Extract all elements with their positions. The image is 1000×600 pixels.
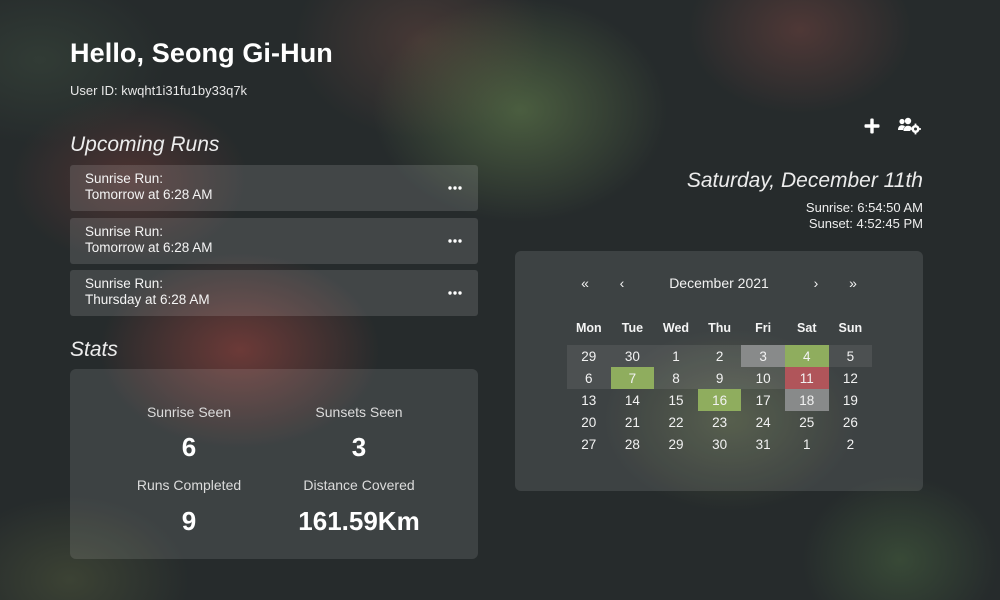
run-time: Tomorrow at 6:28 AM [85, 187, 213, 202]
calendar-day[interactable]: 12 [829, 367, 873, 389]
calendar-day[interactable]: 23 [698, 411, 742, 433]
next-year-button[interactable]: » [843, 275, 863, 291]
calendar-day[interactable]: 30 [698, 433, 742, 455]
calendar-day[interactable]: 4 [784, 345, 829, 367]
calendar-day[interactable]: 16 [697, 389, 742, 411]
calendar-day[interactable]: 1 [785, 433, 829, 455]
calendar-day[interactable]: 2 [829, 433, 873, 455]
more-options-icon[interactable] [446, 232, 464, 250]
runs-completed-label: Runs Completed [136, 477, 242, 493]
run-card[interactable]: Sunrise Run: Tomorrow at 6:28 AM [70, 218, 478, 264]
calendar-day[interactable]: 9 [697, 367, 742, 389]
calendar-day[interactable]: 21 [611, 411, 655, 433]
calendar-day[interactable]: 25 [785, 411, 829, 433]
upcoming-runs-heading: Upcoming Runs [70, 133, 220, 156]
calendar-day[interactable]: 7 [610, 367, 655, 389]
more-options-icon[interactable] [446, 179, 464, 197]
sunrise-seen-value: 6 [181, 432, 197, 462]
run-time: Thursday at 6:28 AM [85, 292, 210, 307]
calendar-day[interactable]: 28 [611, 433, 655, 455]
calendar-day[interactable]: 1 [654, 345, 698, 367]
calendar-day[interactable]: 22 [654, 411, 698, 433]
run-time: Tomorrow at 6:28 AM [85, 240, 213, 255]
calendar-day[interactable]: 20 [567, 411, 611, 433]
greeting-title: Hello, Seong Gi-Hun [70, 38, 333, 68]
sunset-time: Sunset: 4:52:45 PM [808, 216, 923, 231]
next-month-button[interactable]: › [806, 275, 826, 291]
calendar-day[interactable]: 26 [829, 411, 873, 433]
run-card[interactable]: Sunrise Run: Tomorrow at 6:28 AM [70, 165, 478, 211]
calendar-day[interactable]: 15 [654, 389, 698, 411]
run-name: Sunrise Run: [85, 224, 164, 239]
weekday-label: Sat [797, 321, 817, 335]
calendar-day[interactable]: 29 [654, 433, 698, 455]
weekday-label: Mon [575, 321, 602, 335]
calendar-day[interactable]: 30 [610, 345, 655, 367]
sunrise-seen-label: Sunrise Seen [146, 404, 232, 420]
runs-completed-value: 9 [181, 506, 197, 536]
user-id-text: User ID: kwqht1i31fu1by33q7k [70, 83, 248, 98]
prev-year-button[interactable]: « [575, 275, 595, 291]
users-gear-icon[interactable] [896, 116, 922, 136]
calendar-day[interactable]: 31 [741, 433, 785, 455]
calendar-weekday-header: Mon Tue Wed Thu Fri Sat Sun [567, 321, 872, 335]
calendar-day[interactable]: 6 [567, 367, 611, 389]
stats-panel: Sunrise Seen 6 Sunsets Seen 3 Runs Compl… [70, 369, 478, 559]
calendar-month-label[interactable]: December 2021 [639, 275, 799, 291]
sun-times: Sunrise: 6:54:50 AM Sunset: 4:52:45 PM [806, 200, 923, 232]
weekday-label: Thu [708, 321, 732, 335]
run-name: Sunrise Run: [85, 171, 164, 186]
calendar-day-grid: 29 30 1 2 3 4 5 6 7 8 9 10 11 12 13 14 15 16 17 18 19 20 21 22 2… [567, 345, 873, 455]
run-name: Sunrise Run: [85, 276, 164, 291]
calendar-day[interactable]: 18 [784, 389, 829, 411]
calendar-day[interactable]: 10 [741, 367, 785, 389]
plus-icon[interactable] [862, 116, 882, 136]
calendar-day[interactable]: 27 [567, 433, 611, 455]
current-date: Saturday, December 11th [686, 169, 923, 192]
more-options-icon[interactable] [446, 284, 464, 302]
calendar-day[interactable]: 19 [829, 389, 873, 411]
calendar-day[interactable]: 24 [741, 411, 785, 433]
calendar-day[interactable]: 3 [741, 345, 785, 367]
prev-month-button[interactable]: ‹ [612, 275, 632, 291]
run-card[interactable]: Sunrise Run: Thursday at 6:28 AM [70, 270, 478, 316]
calendar-day[interactable]: 5 [828, 345, 873, 367]
weekday-label: Fri [755, 321, 772, 335]
sunsets-seen-label: Sunsets Seen [315, 404, 403, 420]
calendar-panel: « ‹ December 2021 › » Mon Tue Wed Thu Fr… [515, 251, 923, 491]
calendar-day[interactable]: 8 [654, 367, 698, 389]
calendar-day[interactable]: 29 [567, 345, 611, 367]
calendar-day[interactable]: 17 [741, 389, 785, 411]
calendar-day[interactable]: 2 [697, 345, 742, 367]
weekday-label: Wed [662, 321, 690, 335]
distance-covered-label: Distance Covered [303, 477, 415, 493]
calendar-day[interactable]: 14 [611, 389, 655, 411]
weekday-label: Sun [838, 321, 863, 335]
stats-heading: Stats [70, 338, 118, 361]
sunrise-time: Sunrise: 6:54:50 AM [805, 200, 923, 215]
calendar-day[interactable]: 13 [567, 389, 611, 411]
distance-covered-value: 161.59Km [298, 506, 420, 536]
sunsets-seen-value: 3 [351, 432, 367, 462]
calendar-day[interactable]: 11 [784, 367, 829, 389]
weekday-label: Tue [621, 321, 644, 335]
